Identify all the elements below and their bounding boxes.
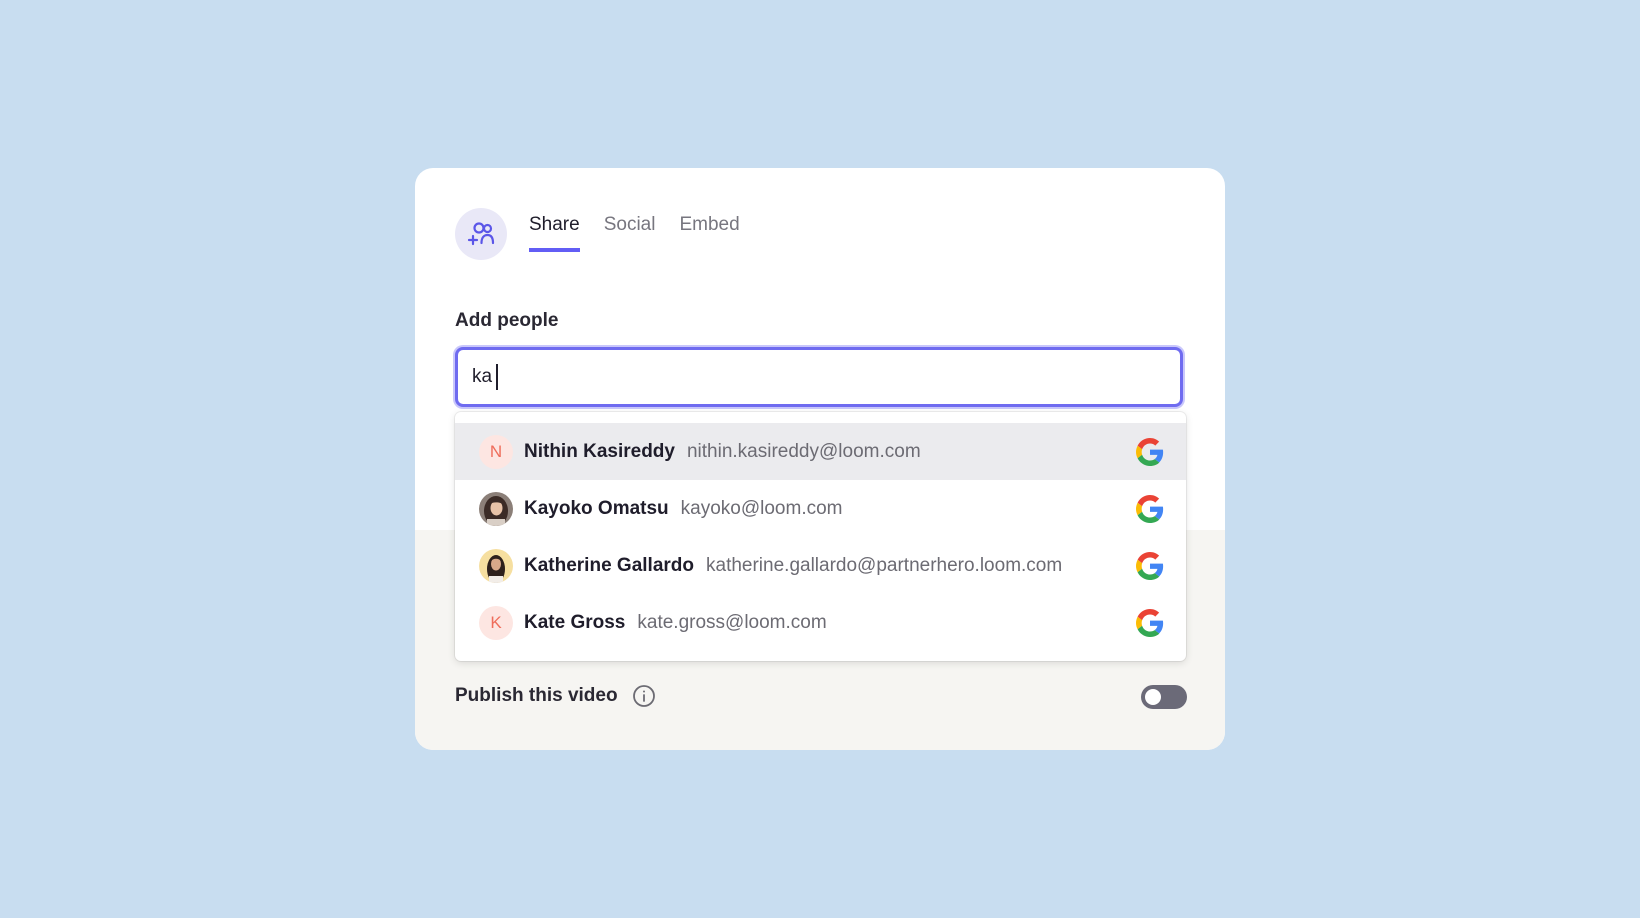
avatar: N xyxy=(479,434,513,469)
suggestion-row[interactable]: Katherine Gallardo katherine.gallardo@pa… xyxy=(455,537,1186,594)
text-caret xyxy=(496,364,498,390)
tab-share[interactable]: Share xyxy=(529,214,580,252)
publish-toggle[interactable] xyxy=(1141,685,1187,709)
suggestion-email: kayoko@loom.com xyxy=(680,497,843,519)
tab-embed[interactable]: Embed xyxy=(679,214,739,252)
publish-label: Publish this video xyxy=(455,685,618,706)
suggestion-name: Kate Gross xyxy=(524,611,626,633)
suggestion-row[interactable]: N Nithin Kasireddy nithin.kasireddy@loom… xyxy=(455,423,1186,480)
suggestion-name: Kayoko Omatsu xyxy=(524,497,669,519)
add-people-field[interactable] xyxy=(455,347,1183,407)
google-icon xyxy=(1136,438,1164,466)
suggestions-dropdown: N Nithin Kasireddy nithin.kasireddy@loom… xyxy=(455,412,1186,661)
add-people-icon xyxy=(455,208,507,260)
suggestion-row[interactable]: Kayoko Omatsu kayoko@loom.com xyxy=(455,480,1186,537)
suggestion-name: Nithin Kasireddy xyxy=(524,440,675,462)
suggestion-row[interactable]: K Kate Gross kate.gross@loom.com xyxy=(455,594,1186,651)
suggestion-email: kate.gross@loom.com xyxy=(637,611,827,633)
google-icon xyxy=(1136,609,1164,637)
info-icon[interactable] xyxy=(632,684,656,708)
add-people-label: Add people xyxy=(455,310,559,331)
toggle-knob xyxy=(1145,689,1161,705)
tab-social[interactable]: Social xyxy=(604,214,656,252)
avatar xyxy=(479,491,513,526)
avatar: K xyxy=(479,605,513,640)
google-icon xyxy=(1136,552,1164,580)
suggestion-email: nithin.kasireddy@loom.com xyxy=(686,440,921,462)
add-people-input[interactable] xyxy=(458,366,1180,388)
google-icon xyxy=(1136,495,1164,523)
avatar xyxy=(479,548,513,583)
suggestion-email: katherine.gallardo@partnerhero.loom.com xyxy=(706,554,1063,576)
suggestion-name: Katherine Gallardo xyxy=(524,554,694,576)
publish-row: Publish this video xyxy=(455,684,656,708)
tab-bar: Share Social Embed xyxy=(529,214,740,252)
